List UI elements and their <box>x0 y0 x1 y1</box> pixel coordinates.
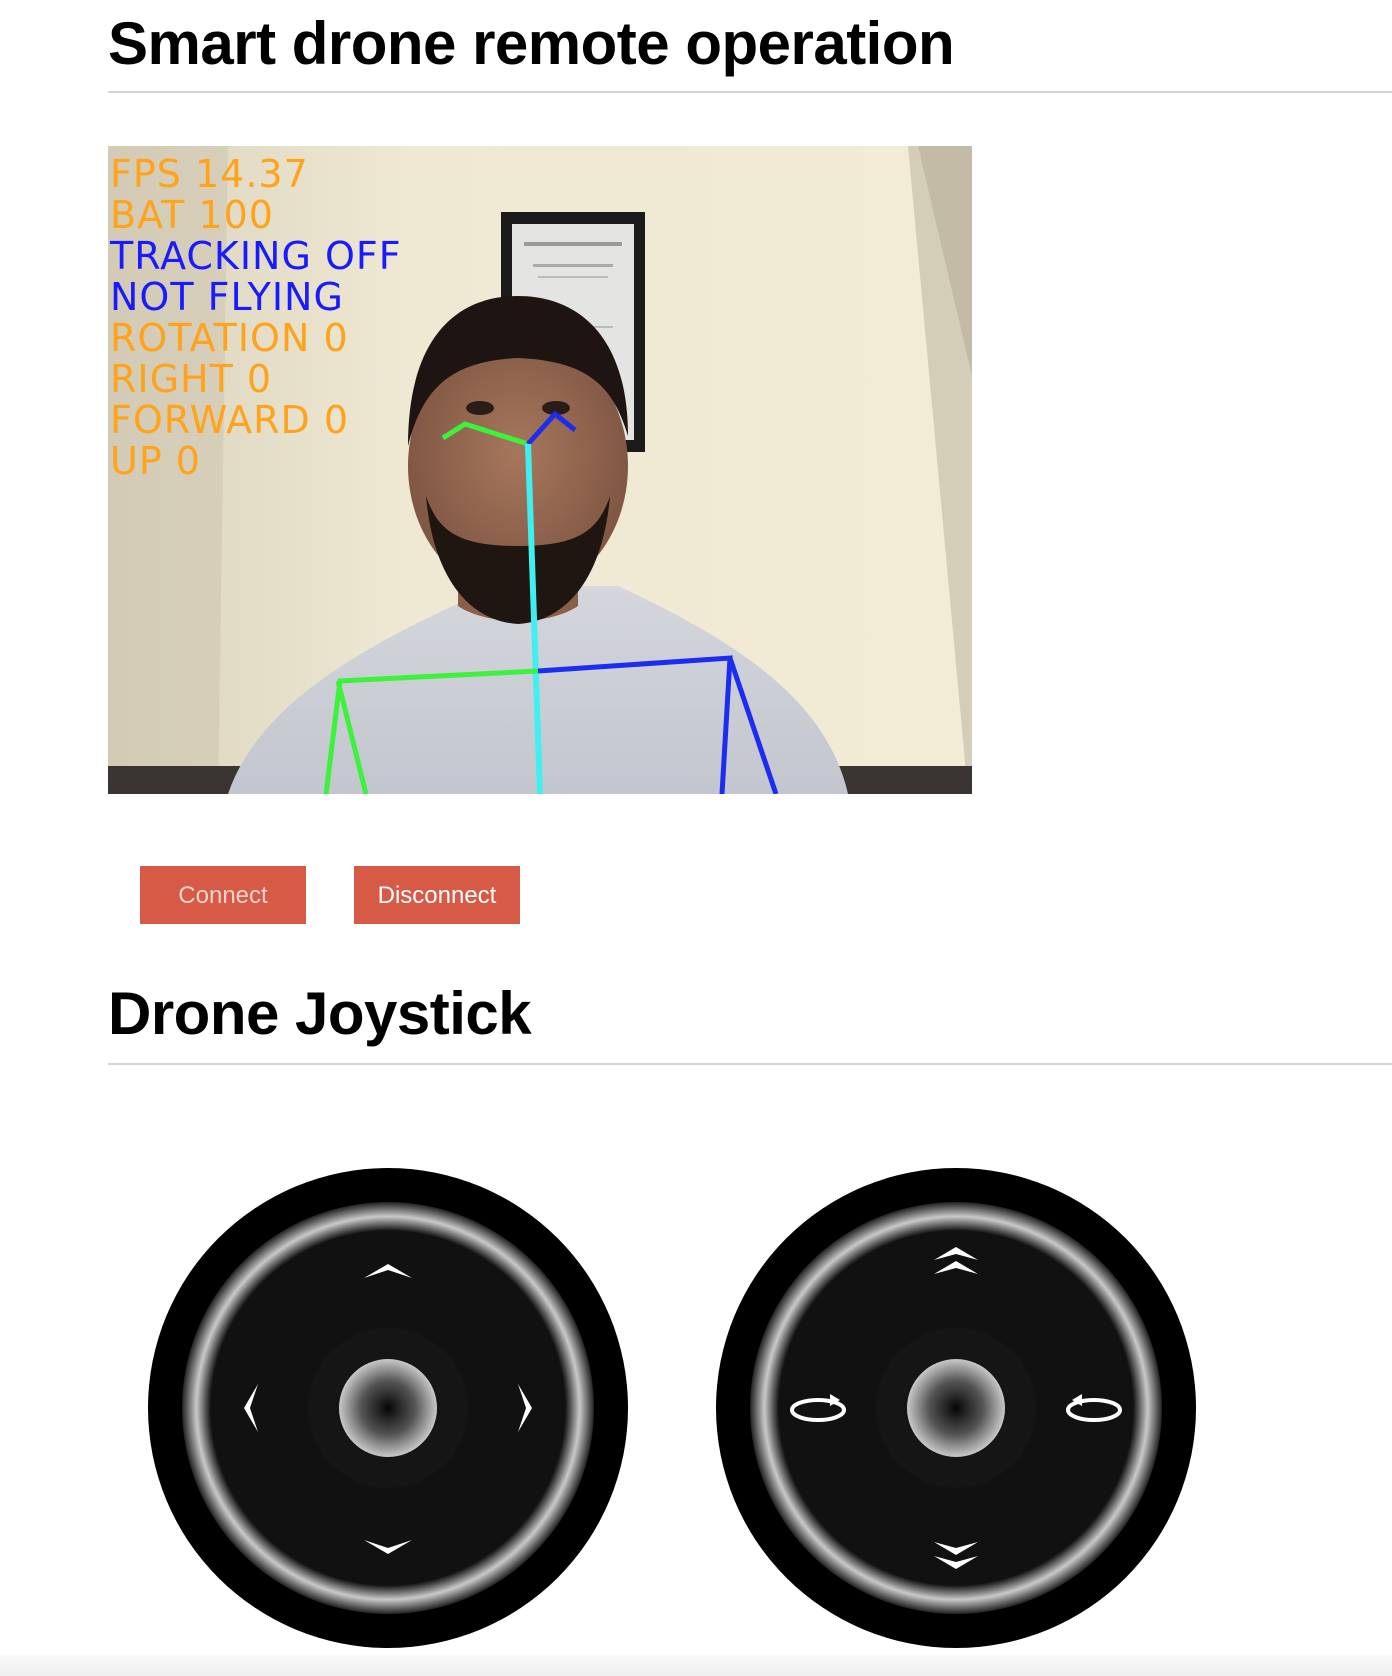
movement-joystick[interactable] <box>148 1158 628 1658</box>
battery-readout: BAT 100 <box>110 193 274 237</box>
telemetry-overlay: FPS 14.37 BAT 100 TRACKING OFF NOT FLYIN… <box>110 154 402 482</box>
joystick-section-title: Drone Joystick <box>108 980 532 1047</box>
disconnect-button[interactable]: Disconnect <box>354 866 520 924</box>
flying-status: NOT FLYING <box>110 275 344 319</box>
right-readout: RIGHT 0 <box>110 357 273 401</box>
title-divider <box>108 91 1392 93</box>
connect-button[interactable]: Connect <box>140 866 306 924</box>
tracking-status: TRACKING OFF <box>110 234 402 278</box>
rotation-readout: ROTATION 0 <box>110 316 349 360</box>
altitude-rotation-joystick[interactable] <box>716 1158 1196 1658</box>
page-bottom-edge <box>0 1655 1392 1676</box>
joystick-knob[interactable] <box>907 1359 1005 1457</box>
fps-readout: FPS 14.37 <box>110 152 309 196</box>
forward-readout: FORWARD 0 <box>110 398 350 442</box>
joystick-divider <box>108 1063 1392 1065</box>
drone-video-feed: FPS 14.37 BAT 100 TRACKING OFF NOT FLYIN… <box>108 146 972 794</box>
page-title: Smart drone remote operation <box>108 10 955 77</box>
joystick-knob[interactable] <box>339 1359 437 1457</box>
up-readout: UP 0 <box>110 439 201 483</box>
